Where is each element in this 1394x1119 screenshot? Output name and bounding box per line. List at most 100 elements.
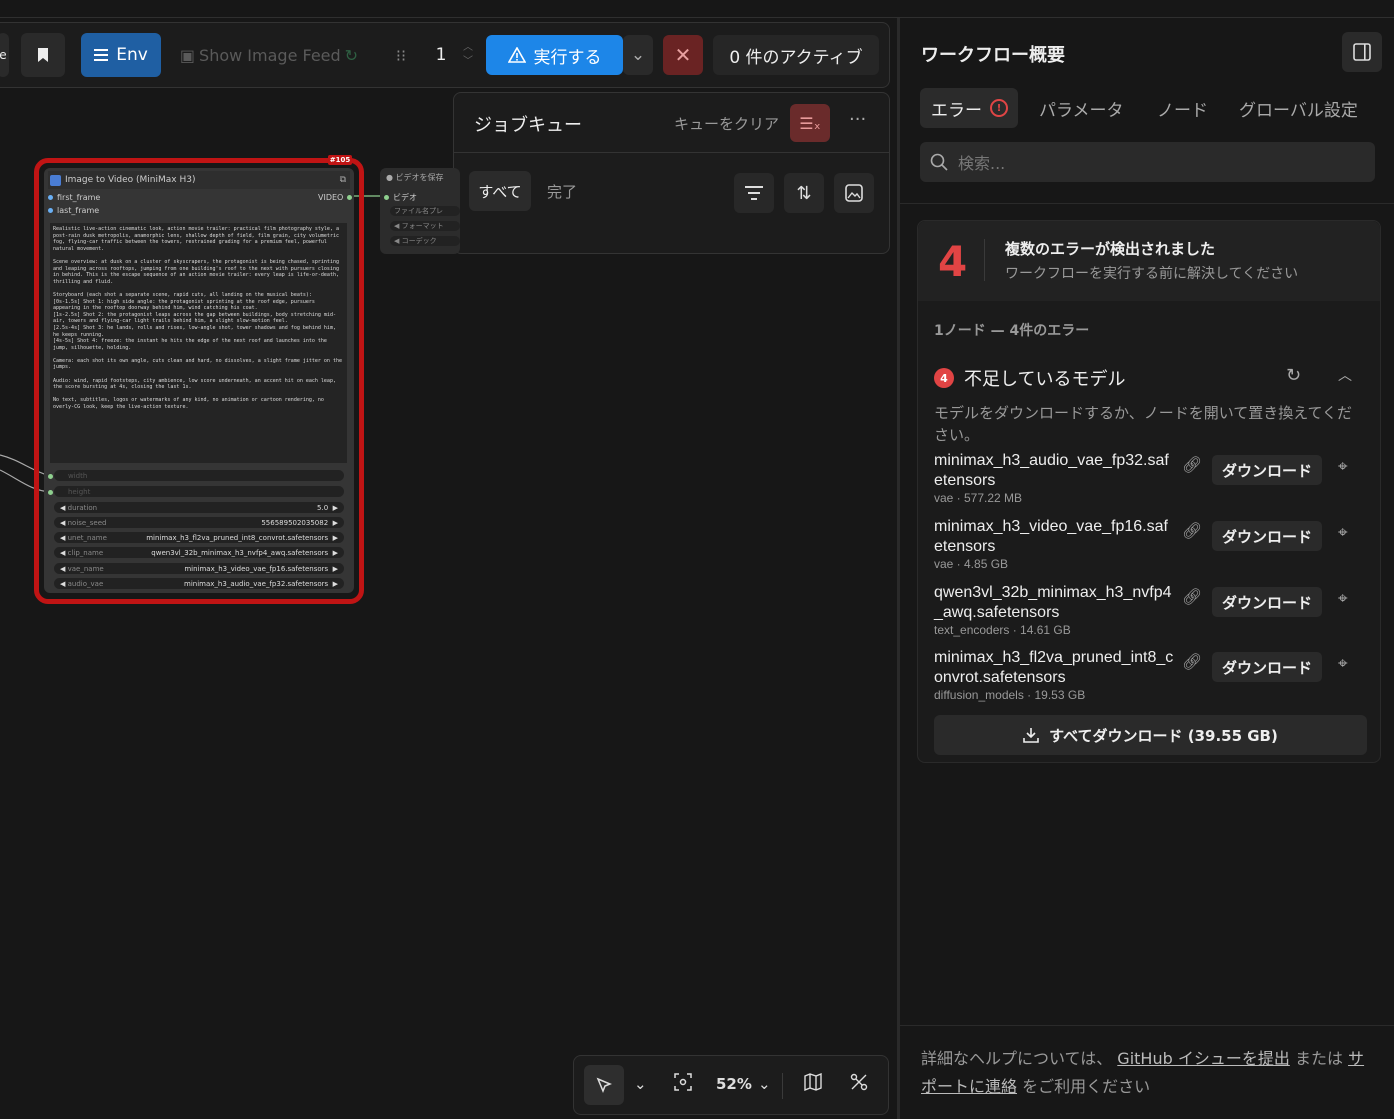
input-slot-first-frame[interactable]: first_frame [48, 193, 100, 202]
decrement-arrow-icon[interactable]: ◀ [60, 565, 65, 573]
widget-unet-name[interactable]: ◀ unet_name minimax_h3_fl2va_pruned_int8_… [54, 532, 344, 543]
toggle-links-button[interactable] [850, 1073, 868, 1091]
node-title-bar[interactable]: Image to Video (MiniMax H3) ⧉ [48, 171, 350, 189]
increment-arrow-icon[interactable]: ▶ [333, 549, 338, 557]
batch-count-value[interactable]: 1 [431, 33, 451, 77]
download-all-label: すべてダウンロード (39.55 GB) [1049, 726, 1278, 745]
zoom-level[interactable]: 52% [716, 1075, 752, 1093]
save-video-title: ● ビデオを保存 [386, 173, 444, 182]
error-count: 4 [938, 237, 968, 286]
widget-clip-name[interactable]: ◀ clip_name qwen3vl_32b_minimax_h3_nvfp4_… [54, 547, 344, 558]
widget-width[interactable]: width [54, 470, 344, 481]
expand-icon[interactable]: ⧉ [340, 175, 346, 185]
width-input-dot[interactable] [48, 474, 53, 479]
bookmark-button[interactable] [21, 33, 65, 77]
widget-audio-vae[interactable]: ◀ audio_vae minimax_h3_audio_vae_fp32.saf… [54, 578, 344, 589]
drag-handle-icon[interactable]: ⁝⁝ [391, 33, 411, 77]
minimap-button[interactable] [804, 1073, 822, 1091]
widget-codec[interactable]: ◀ コーデック [390, 236, 460, 246]
widget-filename-prefix[interactable]: ファイル名プレ [390, 206, 460, 216]
increment-arrow-icon[interactable]: ▶ [333, 580, 338, 588]
increment-arrow-icon[interactable]: ▶ [333, 534, 338, 542]
copy-link-icon[interactable]: 🔗︎ [1182, 587, 1202, 606]
widget-duration[interactable]: ◀ duration 5.0 ▶ [54, 502, 344, 513]
run-button[interactable]: 実行する [486, 35, 623, 75]
tab-nodes[interactable]: ノード [1157, 88, 1208, 128]
cursor-icon [596, 1077, 612, 1093]
tab-errors[interactable]: エラー ! [920, 88, 1018, 128]
filter-button[interactable] [734, 173, 774, 213]
refresh-icon[interactable]: ↻ [1286, 365, 1301, 386]
error-alert-icon: ! [990, 99, 1008, 117]
input-slot-video[interactable]: ビデオ [384, 192, 417, 203]
divider [782, 1073, 783, 1099]
zoom-dropdown-chevron-icon[interactable]: ⌄ [758, 1075, 771, 1093]
close-icon: ✕ [674, 43, 692, 67]
truncated-button[interactable]: e [0, 33, 9, 77]
image-view-button[interactable] [834, 173, 874, 213]
locate-node-icon[interactable]: ⌖ [1338, 457, 1348, 477]
missing-models-header[interactable]: 4 不足しているモデル [934, 365, 1125, 391]
decrement-arrow-icon[interactable]: ◀ [60, 580, 65, 588]
decrement-arrow-icon[interactable]: ◀ [60, 504, 65, 512]
save-video-node[interactable]: ● ビデオを保存 ビデオ ファイル名プレ ◀ フォーマット ◀ コーデック [380, 168, 460, 254]
graph-canvas[interactable]: e Env ▣ Show Image Feed ↻ ⁝⁝ 1 ︿ ﹀ 実行する ⌄… [0, 0, 897, 1119]
sort-button[interactable]: ⇅ [784, 173, 824, 213]
locate-node-icon[interactable]: ⌖ [1338, 589, 1348, 609]
tab-global-settings[interactable]: グローバル設定 [1239, 88, 1358, 128]
download-button[interactable]: ダウンロード [1212, 652, 1322, 682]
widget-format[interactable]: ◀ フォーマット [390, 221, 460, 231]
toggle-panel-button[interactable] [1342, 32, 1382, 72]
model-meta: text_encoders · 14.61 GB [934, 623, 1071, 637]
tab-parameters[interactable]: パラメータ [1039, 88, 1124, 128]
tool-dropdown-chevron-icon[interactable]: ⌄ [634, 1075, 647, 1093]
tab-done[interactable]: 完了 [540, 171, 584, 211]
widget-noise-seed[interactable]: ◀ noise_seed 556589502035082 ▶ [54, 517, 344, 528]
stepper-down-icon[interactable]: ﹀ [463, 55, 473, 69]
stop-button[interactable]: ✕ [663, 35, 703, 75]
search-input[interactable]: 検索... [920, 142, 1375, 182]
focus-icon [674, 1073, 692, 1091]
output-slot-video[interactable]: VIDEO [318, 193, 353, 202]
show-image-feed-button[interactable]: ▣ Show Image Feed ↻ [179, 33, 359, 77]
run-options-dropdown[interactable]: ⌄ [623, 35, 653, 75]
error-card: 4 複数のエラーが検出されました ワークフローを実行する前に解決してください 1… [917, 220, 1381, 763]
clear-queue-button[interactable]: ☰ₓ [790, 104, 830, 142]
tab-all[interactable]: すべて [469, 171, 531, 211]
image-to-video-node[interactable]: Image to Video (MiniMax H3) ⧉ first_fram… [44, 168, 354, 593]
prompt-textarea[interactable]: Realistic live-action cinematic look, ac… [50, 223, 347, 463]
decrement-arrow-icon[interactable]: ◀ [60, 519, 65, 527]
copy-link-icon[interactable]: 🔗︎ [1182, 652, 1202, 671]
stepper-up-icon[interactable]: ︿ [463, 41, 473, 55]
widget-height[interactable]: height [54, 486, 344, 497]
copy-link-icon[interactable]: 🔗︎ [1182, 521, 1202, 540]
input-slot-last-frame[interactable]: last_frame [48, 206, 99, 215]
download-button[interactable]: ダウンロード [1212, 455, 1322, 485]
increment-arrow-icon[interactable]: ▶ [333, 504, 338, 512]
image-icon [845, 184, 863, 202]
env-button[interactable]: Env [81, 33, 161, 77]
height-input-dot[interactable] [48, 490, 53, 495]
divider [984, 239, 985, 281]
locate-node-icon[interactable]: ⌖ [1338, 523, 1348, 543]
download-button[interactable]: ダウンロード [1212, 587, 1322, 617]
download-button[interactable]: ダウンロード [1212, 521, 1322, 551]
increment-arrow-icon[interactable]: ▶ [333, 519, 338, 527]
slot-dot [48, 195, 53, 200]
batch-stepper[interactable]: ︿ ﹀ [461, 33, 475, 77]
error-title: 複数のエラーが検出されました [1005, 240, 1216, 258]
active-jobs-button[interactable]: 0 件のアクティブ [713, 35, 879, 75]
github-issue-link[interactable]: GitHub イシューを提出 [1117, 1049, 1290, 1068]
copy-link-icon[interactable]: 🔗︎ [1182, 455, 1202, 474]
download-all-button[interactable]: すべてダウンロード (39.55 GB) [934, 715, 1367, 755]
fit-view-button[interactable] [674, 1073, 692, 1091]
more-options-icon[interactable]: ··· [849, 109, 866, 130]
decrement-arrow-icon[interactable]: ◀ [60, 549, 65, 557]
filter-icon [745, 186, 763, 200]
locate-node-icon[interactable]: ⌖ [1338, 654, 1348, 674]
increment-arrow-icon[interactable]: ▶ [333, 565, 338, 573]
decrement-arrow-icon[interactable]: ◀ [60, 534, 65, 542]
widget-vae-name[interactable]: ◀ vae_name minimax_h3_video_vae_fp16.safe… [54, 563, 344, 574]
chevron-up-icon[interactable]: ︿ [1338, 365, 1352, 385]
select-tool-button[interactable] [584, 1065, 624, 1105]
